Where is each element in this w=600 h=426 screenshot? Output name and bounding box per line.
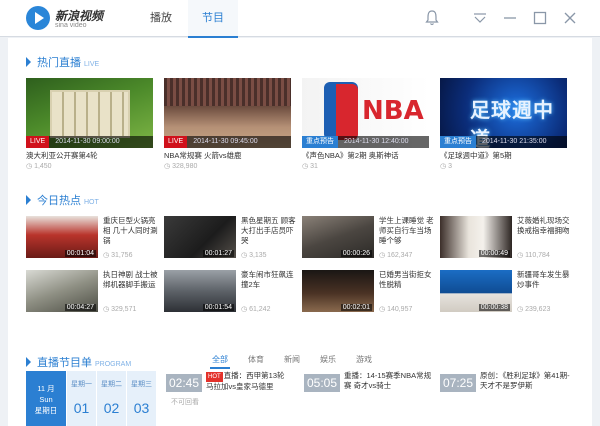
hot-video-card[interactable]: 00:00:49 艾薇婚礼现场交换戒指幸福拥吻 ◷ 110,784 — [440, 216, 572, 259]
hot-title[interactable]: 新疆哥车发生暴炒事件 — [517, 270, 572, 290]
day-selector[interactable]: 星期二 02 — [97, 371, 126, 426]
minimize-icon[interactable] — [500, 8, 520, 28]
day-selector[interactable]: 星期三 03 — [127, 371, 156, 426]
live-thumbnail[interactable]: LIVE 2014-11-30 09:00:00 — [26, 78, 153, 148]
view-count: ◷ 110,784 — [517, 252, 550, 259]
hot-thumbnail[interactable]: 00:02:01 — [302, 270, 374, 312]
hot-thumbnail[interactable]: 00:01:54 — [164, 270, 236, 312]
duration: 00:01:27 — [202, 250, 234, 257]
live-section-title: 热门直播 LIVE — [26, 54, 99, 70]
view-count: ◷ 140,957 — [379, 306, 413, 313]
section-arrow-icon — [26, 57, 31, 67]
view-count: ◷ 162,347 — [379, 252, 413, 259]
duration: 00:01:04 — [64, 250, 96, 257]
hot-section-title: 今日热点 HOT — [26, 192, 99, 208]
view-count: ◷ 3 — [440, 163, 452, 170]
hot-video-card[interactable]: 00:04:27 执日神剧 战士被绑机器脚手搬运 ◷ 329,571 — [26, 270, 158, 313]
bell-icon[interactable] — [422, 8, 442, 28]
view-count: ◷ 1,450 — [26, 163, 52, 170]
view-count: ◷ 61,242 — [241, 306, 271, 313]
hot-title[interactable]: 已婚男当街拒女性脱精 — [379, 270, 434, 290]
main-content: 热门直播 LIVE LIVE 2014-11-30 09:00:00 澳大利亚公开… — [8, 38, 592, 426]
live-tag: LIVE — [26, 136, 50, 148]
filter-tab-sports[interactable]: 体育 — [248, 354, 264, 365]
duration: 00:00:49 — [478, 250, 510, 257]
program-time: 07:25 — [440, 374, 476, 392]
current-date[interactable]: 11 月 Sun 星期日 — [26, 371, 66, 426]
sina-video-logo-icon[interactable] — [26, 6, 50, 30]
hot-thumbnail[interactable]: 00:00:38 — [440, 270, 512, 312]
hot-thumbnail[interactable]: 00:01:04 — [26, 216, 98, 258]
hot-thumbnail[interactable]: 00:00:49 — [440, 216, 512, 258]
no-replay-label: 不可回看 — [171, 399, 199, 406]
program-title[interactable]: 原创：《胜利足球》第41期-天才不是罗伊斯 — [480, 371, 576, 391]
hot-thumbnail[interactable]: 00:00:26 — [302, 216, 374, 258]
live-card[interactable]: LIVE 2014-11-30 09:00:00 澳大利亚公开赛第4轮 ◷ 1,4… — [26, 78, 153, 170]
preview-tag: 重点预告 — [440, 136, 476, 148]
live-thumbnail[interactable]: LIVE 2014-11-30 09:45:00 — [164, 78, 291, 148]
title-bar: 新浪视频 sina video 播放 节目 — [0, 0, 600, 38]
view-count: ◷ 3,135 — [241, 252, 267, 259]
hot-thumbnail[interactable]: 00:04:27 — [26, 270, 98, 312]
view-count: ◷ 31 — [302, 163, 318, 170]
duration: 00:04:27 — [64, 304, 96, 311]
program-time: 02:45 — [166, 374, 202, 392]
program-section-title: 直播节目单 PROGRAM — [26, 354, 131, 370]
close-icon[interactable] — [560, 8, 580, 28]
duration: 00:00:26 — [340, 250, 372, 257]
filter-tab-all[interactable]: 全部 — [210, 354, 230, 369]
section-arrow-icon — [26, 357, 31, 367]
duration: 00:01:54 — [202, 304, 234, 311]
duration: 00:02:01 — [340, 304, 372, 311]
live-title[interactable]: NBA常规赛 火箭vs雄鹿 — [164, 150, 291, 161]
live-thumbnail[interactable]: 足球週中道 重点预告2014-11-30 21:35:00 — [440, 78, 567, 148]
hot-video-card[interactable]: 00:02:01 已婚男当街拒女性脱精 ◷ 140,957 — [302, 270, 434, 313]
hot-video-card[interactable]: 00:00:38 新疆哥车发生暴炒事件 ◷ 239,623 — [440, 270, 572, 313]
program-title[interactable]: HOT 直播：西甲第13轮 马拉加vs皇家马德里 — [206, 371, 294, 392]
view-count: ◷ 329,571 — [103, 306, 137, 313]
hot-title[interactable]: 学生上课睡觉 老师买自行车当场睡个够 — [379, 216, 434, 246]
program-title[interactable]: 重播：14-15赛季NBA常规赛 奇才vs骑士 — [344, 371, 432, 391]
hot-badge: HOT — [206, 372, 223, 382]
view-count: ◷ 328,980 — [164, 163, 198, 170]
hot-thumbnail[interactable]: 00:01:27 — [164, 216, 236, 258]
hot-video-card[interactable]: 00:01:04 重庆巨型火锅亮相 几十人同时涮锅 ◷ 31,756 — [26, 216, 158, 259]
live-title[interactable]: 《声色NBA》第2期 奥斯神话 — [302, 150, 429, 161]
tab-play[interactable]: 播放 — [136, 0, 186, 37]
section-arrow-icon — [26, 195, 31, 205]
filter-tab-entertainment[interactable]: 娱乐 — [320, 354, 336, 365]
hot-video-card[interactable]: 00:00:26 学生上课睡觉 老师买自行车当场睡个够 ◷ 162,347 — [302, 216, 434, 259]
duration: 00:00:38 — [478, 304, 510, 311]
hot-video-card[interactable]: 00:01:54 豪车闹市狂飙连撞2车 ◷ 61,242 — [164, 270, 296, 313]
view-count: ◷ 31,756 — [103, 252, 133, 259]
program-time: 05:05 — [304, 374, 340, 392]
tab-programs[interactable]: 节目 — [188, 0, 238, 38]
day-selector[interactable]: 星期一 01 — [67, 371, 96, 426]
filter-tab-news[interactable]: 新闻 — [284, 354, 300, 365]
live-card[interactable]: 足球週中道 重点预告2014-11-30 21:35:00 《足球週中道》第5期… — [440, 78, 567, 170]
filter-tab-games[interactable]: 游戏 — [356, 354, 372, 365]
live-title[interactable]: 《足球週中道》第5期 — [440, 150, 567, 161]
live-card[interactable]: NBA 重点预告 2014-11-30 12:40:00 《声色NBA》第2期 奥… — [302, 78, 429, 170]
hot-title[interactable]: 艾薇婚礼现场交换戒指幸福拥吻 — [517, 216, 572, 236]
live-card[interactable]: LIVE 2014-11-30 09:45:00 NBA常规赛 火箭vs雄鹿 ◷ … — [164, 78, 291, 170]
preview-tag: 重点预告 — [302, 136, 338, 148]
maximize-icon[interactable] — [530, 8, 550, 28]
app-name-en: sina video — [55, 22, 87, 29]
hot-title[interactable]: 重庆巨型火锅亮相 几十人同时涮锅 — [103, 216, 158, 246]
hot-title[interactable]: 执日神剧 战士被绑机器脚手搬运 — [103, 270, 158, 290]
hot-title[interactable]: 豪车闹市狂飙连撞2车 — [241, 270, 296, 290]
view-count: ◷ 239,623 — [517, 306, 551, 313]
hot-video-card[interactable]: 00:01:27 黑色星期五 顾客大打出手店员吓哭 ◷ 3,135 — [164, 216, 296, 259]
live-tag: LIVE — [164, 136, 188, 148]
menu-dropdown-icon[interactable] — [470, 8, 490, 28]
hot-title[interactable]: 黑色星期五 顾客大打出手店员吓哭 — [241, 216, 296, 246]
live-thumbnail[interactable]: NBA 重点预告 2014-11-30 12:40:00 — [302, 78, 429, 148]
live-title[interactable]: 澳大利亚公开赛第4轮 — [26, 150, 153, 161]
